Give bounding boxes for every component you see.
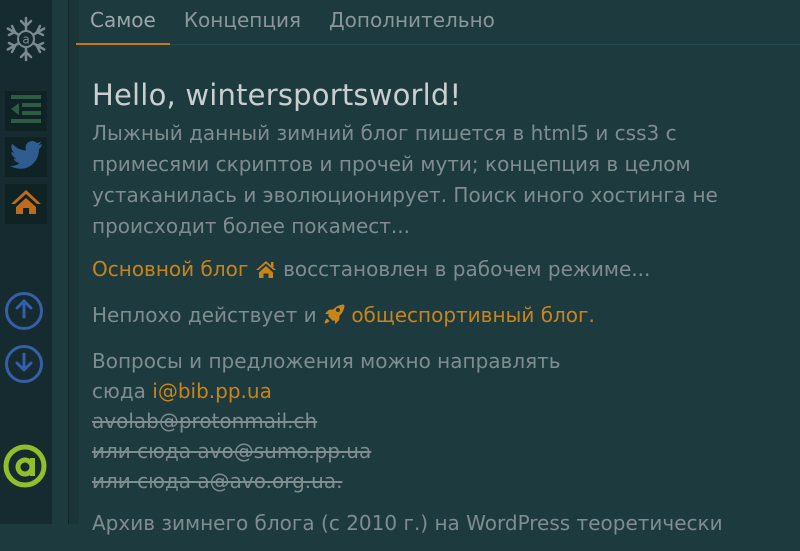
contact-email-link[interactable]: i@bib.pp.ua <box>152 379 272 403</box>
twitter-icon <box>9 140 43 174</box>
tab-bar: Самое Концепция Дополнительно <box>76 0 800 45</box>
sport-blog-paragraph: Неплохо действует и общеспортивный блог. <box>92 300 792 334</box>
home-icon <box>255 257 277 288</box>
page-title: Hello, wintersportsworld! <box>92 78 462 112</box>
old-email-3: или сюда a@avo.org.ua. <box>92 469 343 493</box>
arrow-up-icon <box>15 299 33 323</box>
scroll-down-button[interactable] <box>5 345 43 383</box>
tab-dopolnitelno[interactable]: Дополнительно <box>315 0 509 43</box>
a-logo-icon[interactable] <box>3 444 47 488</box>
contact-here: сюда <box>92 379 146 403</box>
tab-samoe[interactable]: Самое <box>76 0 170 45</box>
main-blog-link[interactable]: Основной блог <box>92 257 248 281</box>
home-icon <box>10 188 42 220</box>
contact-text: Вопросы и предложения можно направлять <box>92 349 561 373</box>
sport-blog-link[interactable]: общеспортивный блог. <box>351 303 595 327</box>
svg-text:a: a <box>22 33 29 47</box>
main-blog-paragraph: Основной блог восстановлен в рабочем реж… <box>92 254 792 288</box>
menu-icon <box>9 93 43 129</box>
old-email-1: avolab@protonmail.ch <box>92 409 318 433</box>
arrow-down-icon <box>15 352 33 376</box>
menu-button[interactable] <box>5 91 47 131</box>
old-email-2: или сюда avo@sumo.pp.ua <box>92 439 372 463</box>
main-content: Hello, wintersportsworld! Лыжный данный … <box>92 76 792 551</box>
twitter-button[interactable] <box>5 137 47 177</box>
scroll-up-button[interactable] <box>5 292 43 330</box>
sport-blog-prefix: Неплохо действует и <box>92 303 317 327</box>
tab-koncepciya[interactable]: Концепция <box>170 0 315 43</box>
main-blog-status: восстановлен в рабочем режиме... <box>283 257 651 281</box>
snowflake-icon[interactable]: a <box>2 15 50 63</box>
rocket-icon <box>323 303 345 334</box>
sidebar: a <box>0 0 52 524</box>
intro-text: Лыжный данный зимний блог пишется в html… <box>92 121 718 238</box>
home-button[interactable] <box>5 184 47 224</box>
sidebar-divider <box>68 0 79 524</box>
contact-paragraph: Вопросы и предложения можно направлять с… <box>92 346 792 496</box>
